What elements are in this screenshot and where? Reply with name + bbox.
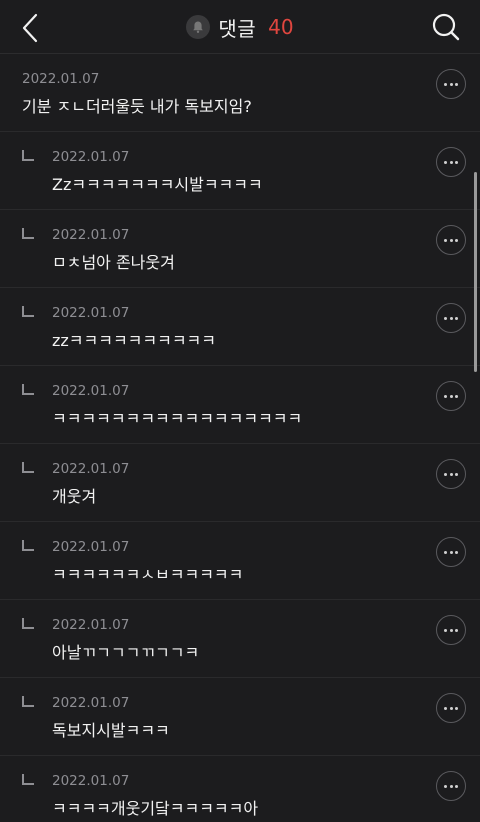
more-options-button[interactable] [436, 303, 466, 333]
comment-text: 아날ㄲㄱㄱㄱㄲㄱㄱㅋ [52, 643, 200, 662]
reply-comment: 2022.01.07 ㅋㅋㅋㅋㅋㅋㅅㅂㅋㅋㅋㅋㅋ [0, 522, 480, 600]
comment-text: ㅋㅋㅋㅋㅋㅋㅅㅂㅋㅋㅋㅋㅋ [52, 565, 244, 584]
comment-text: ㅋㅋㅋㅋㅋㅋㅋㅋㅋㅋㅋㅋㅋㅋㅋㅋㅋ [52, 409, 303, 428]
more-dots-icon [444, 82, 447, 86]
reply-comment: 2022.01.07 zzㅋㅋㅋㅋㅋㅋㅋㅋㅋㅋ [0, 288, 480, 366]
more-dots-icon [455, 316, 458, 320]
more-dots-icon [444, 472, 447, 476]
header-bar: 댓글 40 [0, 0, 480, 54]
reply-indicator-icon [22, 540, 34, 551]
more-dots-icon [444, 316, 447, 320]
more-dots-icon [444, 160, 447, 164]
more-dots-icon [449, 706, 453, 710]
reply-comment: 2022.01.07 독보지시발ㅋㅋㅋ [0, 678, 480, 756]
comment-item: 2022.01.07 기분 ㅈㄴ더러울듯 내가 독보지임? [0, 54, 480, 132]
more-options-button[interactable] [436, 537, 466, 567]
comment-date: 2022.01.07 [52, 773, 130, 789]
search-icon [432, 13, 460, 41]
more-dots-icon [449, 82, 453, 86]
more-dots-icon [449, 394, 453, 398]
more-dots-icon [455, 550, 458, 554]
comment-date: 2022.01.07 [52, 383, 130, 399]
comment-date: 2022.01.07 [52, 617, 130, 633]
comment-text: 기분 ㅈㄴ더러울듯 내가 독보지임? [22, 97, 252, 116]
more-dots-icon [455, 784, 458, 788]
comment-date: 2022.01.07 [52, 695, 130, 711]
reply-indicator-icon [22, 618, 34, 629]
reply-indicator-icon [22, 150, 34, 161]
more-dots-icon [444, 394, 447, 398]
more-dots-icon [455, 706, 458, 710]
more-dots-icon [449, 550, 453, 554]
more-dots-icon [455, 394, 458, 398]
comment-date: 2022.01.07 [52, 305, 130, 321]
more-options-button[interactable] [436, 459, 466, 489]
more-dots-icon [449, 628, 453, 632]
more-options-button[interactable] [436, 225, 466, 255]
reply-indicator-icon [22, 384, 34, 395]
comment-date: 2022.01.07 [22, 71, 100, 87]
more-dots-icon [444, 550, 447, 554]
more-dots-icon [455, 160, 458, 164]
more-dots-icon [449, 238, 453, 242]
more-options-button[interactable] [436, 381, 466, 411]
comment-count: 40 [268, 15, 294, 39]
more-dots-icon [444, 628, 447, 632]
more-dots-icon [455, 628, 458, 632]
comment-text: 독보지시발ㅋㅋㅋ [52, 721, 170, 740]
bell-icon[interactable] [186, 15, 211, 39]
reply-indicator-icon [22, 696, 34, 707]
reply-comment: 2022.01.07 ㅁㅊ넘아 존나웃겨 [0, 210, 480, 288]
comment-date: 2022.01.07 [52, 461, 130, 477]
more-dots-icon [444, 784, 447, 788]
comment-text: zzㅋㅋㅋㅋㅋㅋㅋㅋㅋㅋ [52, 331, 216, 350]
more-dots-icon [455, 82, 458, 86]
comment-date: 2022.01.07 [52, 227, 130, 243]
more-options-button[interactable] [436, 615, 466, 645]
reply-comment: 2022.01.07 ㅋㅋㅋㅋ개웃기닼ㅋㅋㅋㅋㅋ아 [0, 756, 480, 822]
reply-comment: 2022.01.07 아날ㄲㄱㄱㄱㄲㄱㄱㅋ [0, 600, 480, 678]
comment-date: 2022.01.07 [52, 539, 130, 555]
header-title-group: 댓글 40 [0, 12, 480, 42]
reply-comment: 2022.01.07 ㅋㅋㅋㅋㅋㅋㅋㅋㅋㅋㅋㅋㅋㅋㅋㅋㅋ [0, 366, 480, 444]
more-dots-icon [444, 706, 447, 710]
comment-text: 개웃겨 [52, 487, 97, 506]
scrollbar[interactable] [474, 172, 477, 372]
search-button[interactable] [426, 8, 466, 48]
comment-list: 2022.01.07 기분 ㅈㄴ더러울듯 내가 독보지임? 2022.01.07 Zz… [0, 54, 480, 822]
more-dots-icon [449, 160, 453, 164]
more-dots-icon [455, 238, 458, 242]
reply-indicator-icon [22, 306, 34, 317]
comment-date: 2022.01.07 [52, 149, 130, 165]
comment-text: ㅁㅊ넘아 존나웃겨 [52, 253, 175, 272]
comment-text: Zzㅋㅋㅋㅋㅋㅋㅋ시발ㅋㅋㅋㅋ [52, 175, 263, 194]
more-dots-icon [449, 316, 453, 320]
more-dots-icon [449, 784, 453, 788]
reply-indicator-icon [22, 228, 34, 239]
reply-comment: 2022.01.07 Zzㅋㅋㅋㅋㅋㅋㅋ시발ㅋㅋㅋㅋ [0, 132, 480, 210]
more-dots-icon [449, 472, 453, 476]
comment-text: ㅋㅋㅋㅋ개웃기닼ㅋㅋㅋㅋㅋ아 [52, 799, 259, 818]
page-title: 댓글 [218, 16, 257, 41]
more-options-button[interactable] [436, 771, 466, 801]
reply-indicator-icon [22, 774, 34, 785]
more-dots-icon [444, 238, 447, 242]
reply-indicator-icon [22, 462, 34, 473]
comments-screen: 댓글 40 2022.01.07 기분 ㅈㄴ더러울듯 내가 독보지임? 2022.0… [0, 0, 480, 822]
more-options-button[interactable] [436, 693, 466, 723]
reply-comment: 2022.01.07 개웃겨 [0, 444, 480, 522]
more-dots-icon [455, 472, 458, 476]
more-options-button[interactable] [436, 147, 466, 177]
more-options-button[interactable] [436, 69, 466, 99]
